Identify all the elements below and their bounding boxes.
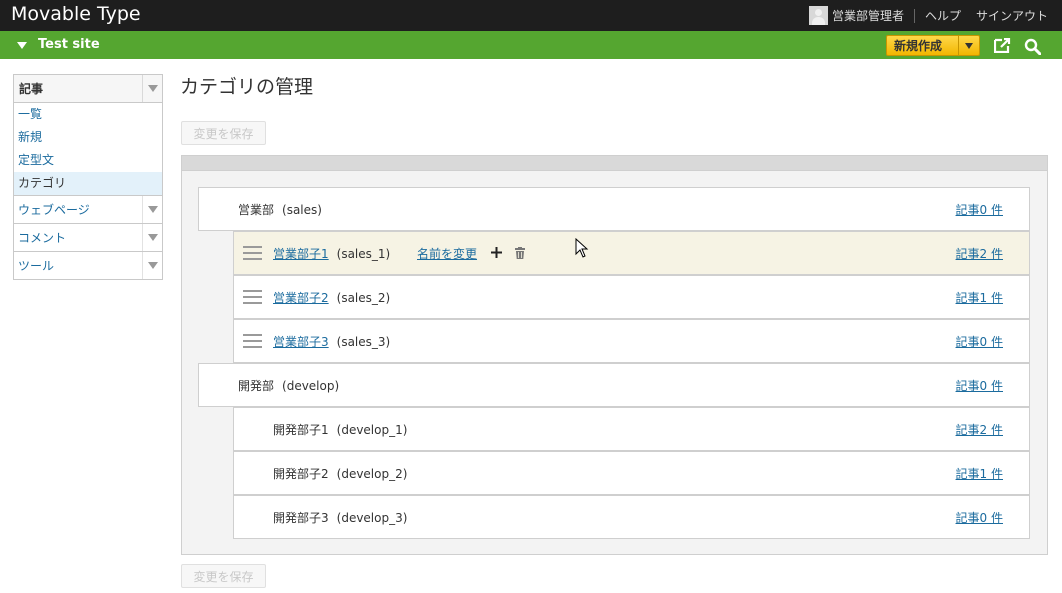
category-basename: (develop_2) [336,466,408,481]
category-name: 営業部 (sales) [238,201,322,218]
entry-count-link[interactable]: 記事1 件 [956,289,1003,306]
page-title: カテゴリの管理 [180,76,314,98]
category-basename: (develop_3) [336,510,408,525]
triangle-down-icon [147,262,158,269]
category-row[interactable]: 開発部子1 (develop_1) 記事2 件 [233,407,1030,451]
menu-toggle[interactable] [142,196,162,223]
category-basename: (sales) [282,202,322,217]
user-name-link[interactable]: 営業部管理者 [832,7,904,24]
category-basename: (sales_2) [336,290,391,305]
category-basename: (develop_1) [336,422,408,437]
app-title[interactable]: Movable Type [11,3,141,25]
category-label: 開発部子1 [273,422,329,437]
top-bar: Movable Type 営業部管理者 ヘルプ サインアウト [0,0,1062,31]
menu-tools-label: ツール [18,259,55,273]
help-link[interactable]: ヘルプ [925,7,961,24]
category-name: 開発部子1 (develop_1) [273,421,407,438]
menu-entries: 記事 一覧 新規 定型文 カテゴリ [13,74,163,196]
rename-link[interactable]: 名前を変更 [417,245,477,262]
category-name: 開発部子2 (develop_2) [273,465,407,482]
drag-handle-icon[interactable] [243,246,262,260]
category-basename: (sales_1) [336,246,391,261]
site-toggle-icon[interactable] [17,42,27,49]
category-row[interactable]: 営業部 (sales) 記事0 件 [198,187,1030,231]
sidebar-item-list[interactable]: 一覧 [14,103,162,126]
category-label: 開発部 [238,378,275,393]
new-create-button[interactable]: 新規作成 [886,35,980,56]
external-link-icon[interactable] [994,38,1011,53]
category-name: 営業部子2 (sales_2) [273,289,390,306]
category-name: 営業部子1 (sales_1) [273,245,390,262]
menu-webpages-label: ウェブページ [18,203,90,217]
category-label: 営業部 [238,202,275,217]
menu-toggle[interactable] [142,75,162,102]
menu-entries-label: 記事 [19,82,44,96]
entry-count-link[interactable]: 記事0 件 [956,509,1003,526]
save-changes-button-top[interactable]: 変更を保存 [181,121,266,145]
entry-count-link[interactable]: 記事2 件 [956,421,1003,438]
triangle-down-icon [147,85,158,92]
site-bar: Test site 新規作成 [0,31,1062,59]
entry-count-link[interactable]: 記事1 件 [956,465,1003,482]
menu-tools[interactable]: ツール [13,252,163,280]
menu-comments[interactable]: コメント [13,224,163,252]
sidebar-item-boilerplate[interactable]: 定型文 [14,149,162,172]
trash-icon[interactable] [515,247,525,259]
menu-entries-header[interactable]: 記事 [14,75,162,103]
category-label: 開発部子3 [273,510,329,525]
drag-handle-icon[interactable] [243,290,262,304]
category-panel: 営業部 (sales) 記事0 件 営業部子1 (sales_1) 名前を変更 記事… [181,155,1048,555]
category-name: 営業部子3 (sales_3) [273,333,390,350]
category-name: 開発部子3 (develop_3) [273,509,407,526]
panel-header [182,156,1047,171]
menu-comments-label: コメント [18,231,67,245]
triangle-down-icon [147,206,158,213]
chevron-down-icon [965,42,974,49]
category-link[interactable]: 営業部子2 [273,291,329,305]
entry-count-link[interactable]: 記事0 件 [956,201,1003,218]
category-row[interactable]: 営業部子1 (sales_1) 名前を変更 記事2 件 [233,231,1030,275]
entry-count-link[interactable]: 記事0 件 [956,333,1003,350]
new-create-label[interactable]: 新規作成 [887,37,958,54]
category-row[interactable]: 営業部子2 (sales_2) 記事1 件 [233,275,1030,319]
drag-handle-icon[interactable] [243,334,262,348]
plus-icon[interactable] [491,247,502,258]
category-row[interactable]: 開発部子2 (develop_2) 記事1 件 [233,451,1030,495]
sidebar: 記事 一覧 新規 定型文 カテゴリ ウェブページ コメント ツール [13,74,163,280]
category-label: 開発部子2 [273,466,329,481]
save-changes-button-bottom[interactable]: 変更を保存 [181,564,266,588]
category-link[interactable]: 営業部子1 [273,247,329,261]
category-row[interactable]: 開発部 (develop) 記事0 件 [198,363,1030,407]
category-basename: (develop) [282,378,340,393]
signout-link[interactable]: サインアウト [976,7,1048,24]
site-name[interactable]: Test site [38,37,100,52]
user-avatar-icon[interactable] [808,6,828,25]
category-basename: (sales_3) [336,334,391,349]
mouse-cursor-icon [575,238,589,258]
category-link[interactable]: 営業部子3 [273,335,329,349]
category-row[interactable]: 営業部子3 (sales_3) 記事0 件 [233,319,1030,363]
entry-count-link[interactable]: 記事0 件 [956,377,1003,394]
divider [913,8,915,23]
search-icon[interactable] [1024,38,1041,55]
category-name: 開発部 (develop) [238,377,339,394]
sidebar-item-new[interactable]: 新規 [14,126,162,149]
menu-toggle[interactable] [142,252,162,279]
menu-toggle[interactable] [142,224,162,251]
triangle-down-icon [147,234,158,241]
user-area: 営業部管理者 ヘルプ サインアウト [808,0,1048,31]
menu-webpages[interactable]: ウェブページ [13,196,163,224]
new-create-dropdown[interactable] [958,36,979,55]
sidebar-item-category[interactable]: カテゴリ [14,172,162,195]
entry-count-link[interactable]: 記事2 件 [956,245,1003,262]
category-row[interactable]: 開発部子3 (develop_3) 記事0 件 [233,495,1030,539]
